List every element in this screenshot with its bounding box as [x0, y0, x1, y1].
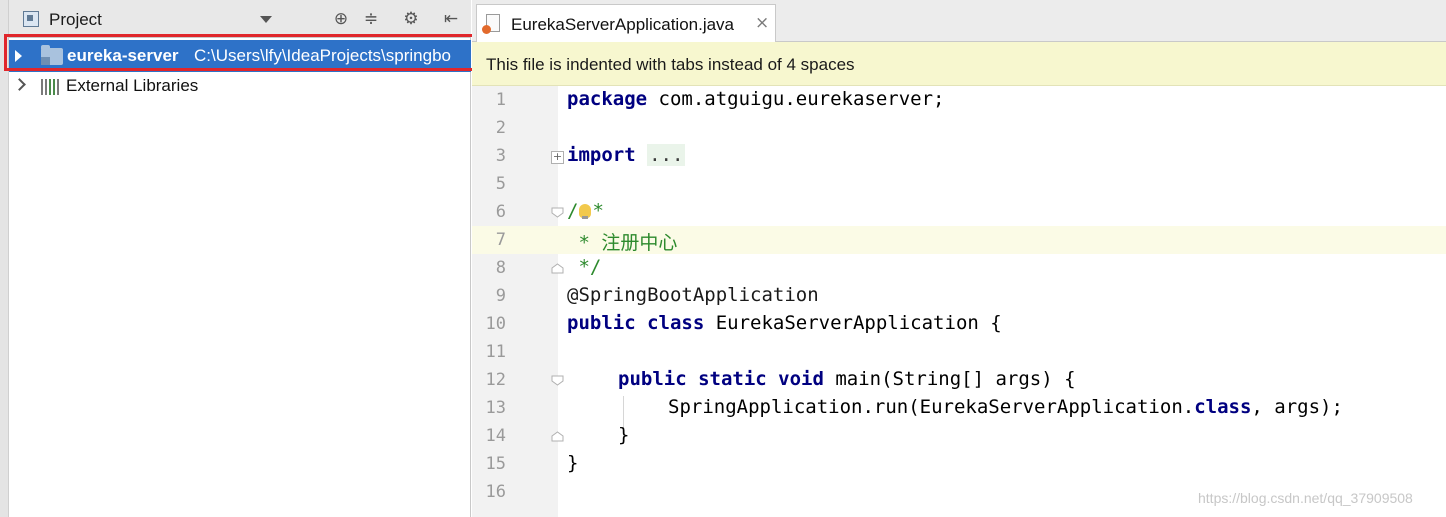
collapse-icon[interactable]: ≑ — [361, 9, 381, 29]
line-number: 10 — [485, 314, 506, 334]
java-file-icon — [482, 14, 500, 34]
hide-panel-icon[interactable]: ⇤ — [441, 9, 461, 29]
code-line: import ... — [567, 144, 686, 166]
code-text: main(String[] args) { — [823, 368, 1076, 390]
fold-collapse-icon[interactable] — [551, 375, 564, 386]
code-text: } — [567, 452, 579, 474]
code-line: / * — [567, 200, 604, 222]
keyword: import — [567, 144, 636, 166]
line-number: 11 — [485, 342, 506, 362]
code-text: com.atguigu.eurekaserver; — [647, 88, 945, 110]
project-panel-header: Project ⊕ ≑ ⚙ ⇤ — [9, 0, 471, 38]
line-number: 6 — [495, 202, 506, 222]
comment: * 注册中心 — [567, 232, 678, 254]
line-number: 15 — [485, 454, 506, 474]
tab-eureka-server-application[interactable]: EurekaServerApplication.java × — [476, 4, 776, 42]
line-number: 7 — [495, 230, 506, 250]
project-panel: Project ⊕ ≑ ⚙ ⇤ eureka-server C:\Users\l… — [9, 0, 471, 517]
code-line: } — [567, 452, 578, 474]
chevron-down-icon[interactable] — [260, 16, 272, 23]
close-icon[interactable]: × — [755, 13, 769, 33]
line-number: 9 — [495, 286, 506, 306]
code-line: } — [618, 424, 629, 446]
line-number: 3 — [495, 146, 506, 166]
code-text: EurekaServerApplication { — [704, 312, 1002, 334]
tree-item-external-libraries[interactable]: External Libraries — [9, 70, 471, 102]
indentation-notice-bar: This file is indented with tabs instead … — [472, 42, 1446, 86]
line-number: 5 — [495, 174, 506, 194]
fold-collapse-icon[interactable] — [551, 207, 564, 218]
notice-text: This file is indented with tabs instead … — [486, 55, 855, 74]
keyword: package — [567, 88, 648, 110]
keyword: public static void — [618, 368, 824, 390]
comment: / — [567, 200, 579, 222]
comment: * — [592, 200, 604, 222]
keyword: public class — [567, 312, 705, 334]
folded-imports[interactable]: ... — [647, 144, 686, 166]
keyword: class — [1194, 396, 1252, 418]
fold-end-icon[interactable] — [551, 263, 564, 274]
line-number: 12 — [485, 370, 506, 390]
project-icon — [23, 11, 39, 27]
line-number: 1 — [495, 90, 506, 110]
code-line: @SpringBootApplication — [567, 284, 819, 306]
module-name: eureka-server — [67, 46, 179, 65]
line-number: 16 — [485, 482, 506, 502]
comment: */ — [567, 256, 602, 278]
watermark: https://blog.csdn.net/qq_37909508 — [1198, 490, 1413, 506]
chevron-right-icon[interactable] — [13, 78, 26, 91]
module-folder-icon — [41, 45, 63, 65]
code-line: SpringApplication.run(EurekaServerApplic… — [668, 396, 1343, 418]
code-editor: EurekaServerApplication.java × This file… — [472, 0, 1446, 517]
fold-end-icon[interactable] — [551, 431, 564, 442]
code-text: , args); — [1251, 396, 1343, 418]
code-line: public class EurekaServerApplication { — [567, 312, 1002, 334]
chevron-right-icon[interactable] — [15, 50, 22, 62]
tab-label: EurekaServerApplication.java — [511, 15, 735, 34]
line-number: 13 — [485, 398, 506, 418]
target-icon[interactable]: ⊕ — [331, 9, 351, 29]
module-path: C:\Users\lfy\IdeaProjects\springbo — [194, 46, 451, 65]
expand-fold-icon[interactable]: + — [551, 151, 564, 164]
code-area[interactable]: 1 2 3 5 6 7 8 9 10 11 12 13 14 15 16 + p… — [472, 86, 1446, 517]
code-line: * 注册中心 — [567, 228, 677, 255]
line-number: 2 — [495, 118, 506, 138]
gear-icon[interactable]: ⚙ — [401, 9, 421, 29]
tree-item-eureka-server[interactable]: eureka-server C:\Users\lfy\IdeaProjects\… — [9, 40, 471, 72]
external-libraries-label: External Libraries — [66, 76, 199, 95]
line-number: 8 — [495, 258, 506, 278]
left-tool-strip — [0, 0, 9, 517]
editor-tab-bar: EurekaServerApplication.java × — [472, 0, 1446, 42]
project-title[interactable]: Project — [49, 10, 102, 30]
code-line: */ — [567, 256, 601, 278]
line-number: 14 — [485, 426, 506, 446]
annotation: @SpringBootApplication — [567, 284, 819, 306]
code-text: } — [618, 424, 630, 446]
code-line: public static void main(String[] args) { — [618, 368, 1076, 390]
code-line: package com.atguigu.eurekaserver; — [567, 88, 945, 110]
library-icon — [41, 79, 61, 95]
code-text: SpringApplication.run(EurekaServerApplic… — [668, 396, 1195, 418]
